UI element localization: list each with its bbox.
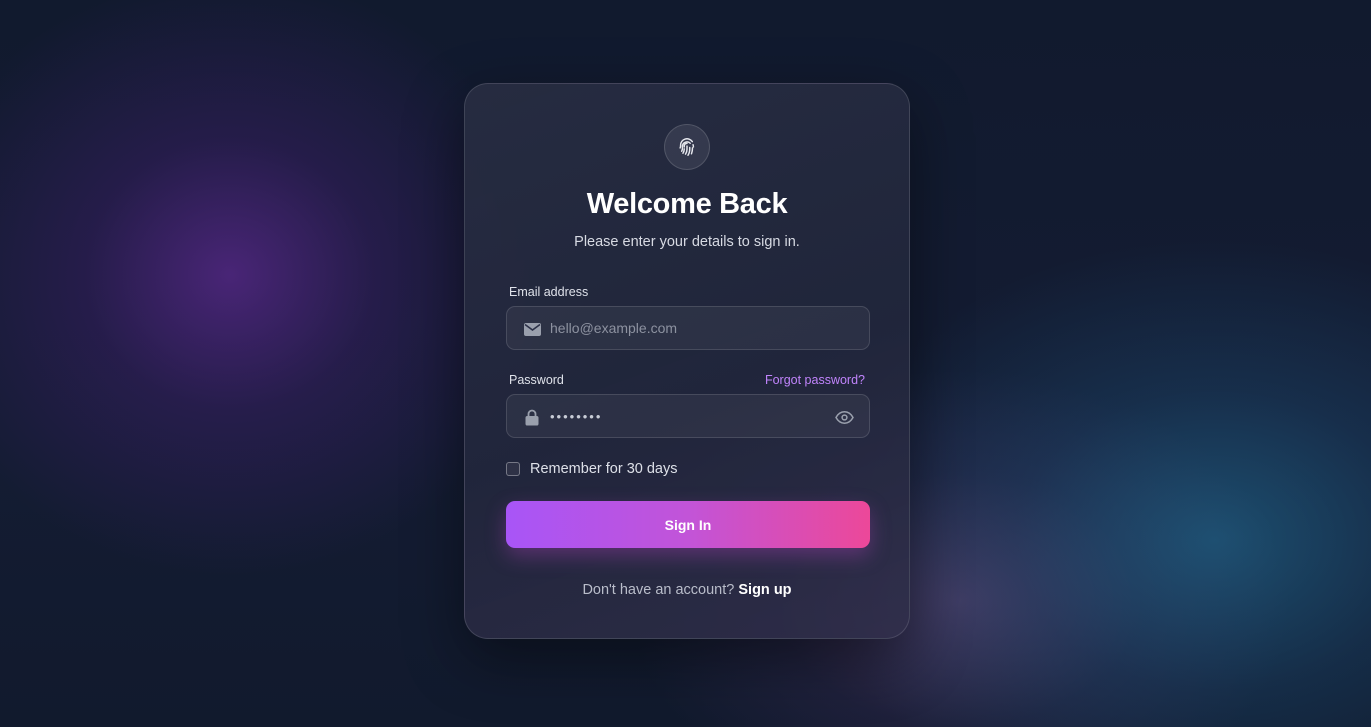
forgot-password-link[interactable]: Forgot password?: [765, 373, 865, 387]
email-field[interactable]: [550, 307, 820, 349]
remember-checkbox[interactable]: [506, 462, 520, 476]
eye-icon[interactable]: [834, 407, 854, 427]
email-label: Email address: [509, 285, 589, 299]
remember-label: Remember for 30 days: [530, 461, 678, 477]
sign-up-link[interactable]: Sign up: [738, 582, 791, 598]
page-title: Welcome Back: [586, 188, 788, 220]
password-field[interactable]: [550, 395, 820, 437]
page-subtitle: Please enter your details to sign in.: [574, 234, 800, 250]
email-field-wrapper: [506, 306, 870, 350]
login-card: Welcome Back Please enter your details t…: [464, 83, 910, 639]
signup-prompt: Don't have an account? Sign up: [465, 582, 909, 598]
sign-in-button[interactable]: Sign In: [506, 501, 870, 548]
password-field-wrapper: [506, 394, 870, 438]
signup-prompt-text: Don't have an account?: [582, 582, 735, 598]
password-label: Password: [509, 373, 564, 387]
envelope-icon: [523, 320, 541, 338]
fingerprint-icon: [664, 124, 710, 170]
lock-icon: [523, 408, 541, 426]
remember-me[interactable]: Remember for 30 days: [506, 461, 677, 477]
